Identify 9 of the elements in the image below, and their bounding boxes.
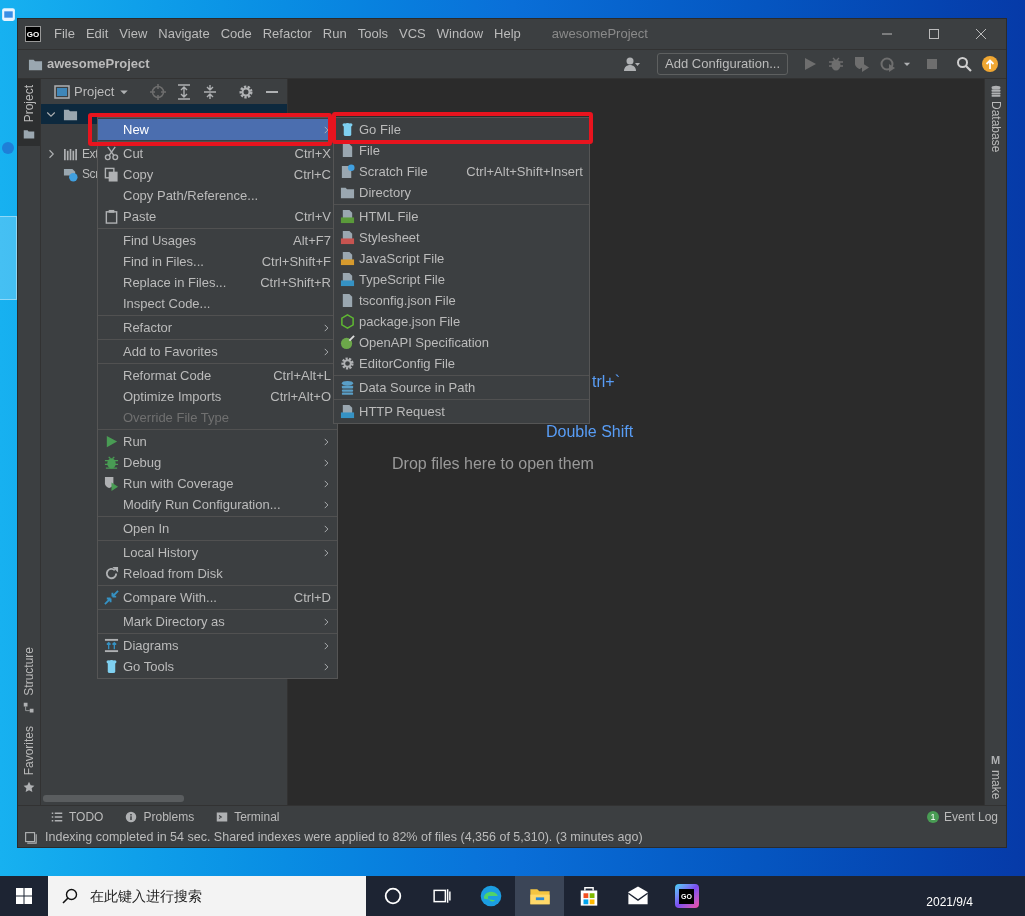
status-message: Indexing completed in 54 sec. Shared indexes were applied to 82% of files (4,356 of 5,310). (3 minutes ago)	[45, 828, 643, 846]
app-logo: GO	[25, 26, 41, 42]
tray-date: 2021/9/4	[926, 894, 973, 911]
count-badge: 1	[926, 810, 939, 823]
editor-hint: Drop files here to open them	[392, 454, 594, 474]
shortcut-hint: Double Shift	[546, 422, 634, 442]
make-label: M	[990, 754, 1001, 766]
shortcut-hint: trl+`	[592, 372, 620, 392]
window-title: awesomeProject	[551, 25, 648, 44]
